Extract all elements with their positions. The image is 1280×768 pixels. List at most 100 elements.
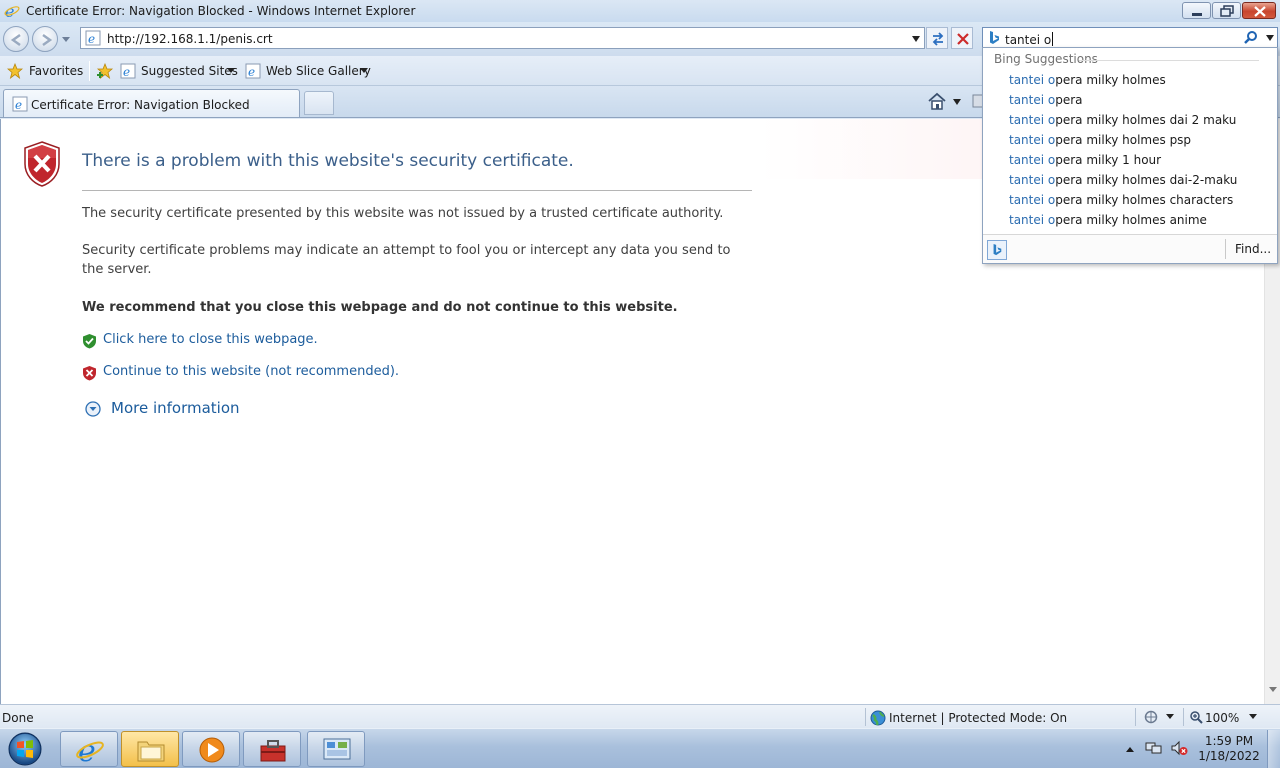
- media-player-icon: [199, 737, 225, 763]
- clock-date: 1/18/2022: [1198, 749, 1260, 763]
- svg-text:e: e: [88, 32, 95, 46]
- status-separator: [1135, 708, 1136, 726]
- status-separator: [865, 708, 866, 726]
- search-options-dropdown-icon[interactable]: [1265, 34, 1275, 42]
- close-button[interactable]: [1242, 2, 1276, 19]
- tab-certificate-error[interactable]: e Certificate Error: Navigation Blocked: [3, 89, 300, 117]
- taskbar-windows-media-player[interactable]: [182, 731, 240, 767]
- green-shield-check-icon: [83, 334, 96, 349]
- suggestions-header: Bing Suggestions: [994, 52, 1098, 66]
- chevron-down-icon[interactable]: [1249, 714, 1257, 720]
- stop-icon: [957, 33, 969, 45]
- error-description: The security certificate presented by th…: [82, 206, 724, 221]
- volume-muted-icon[interactable]: [1170, 740, 1188, 756]
- add-favorite-icon: [96, 63, 114, 79]
- error-shield-icon: [24, 141, 60, 187]
- restore-icon: [1220, 5, 1234, 17]
- page-title: There is a problem with this website's s…: [82, 151, 574, 171]
- start-button-icon[interactable]: [3, 731, 47, 767]
- home-icon[interactable]: [927, 91, 947, 111]
- tab-label: Certificate Error: Navigation Blocked: [31, 98, 250, 112]
- favorites-button[interactable]: Favorites: [7, 62, 85, 80]
- back-button[interactable]: [3, 26, 29, 52]
- compatibility-view-button[interactable]: [926, 27, 948, 49]
- suggested-sites-button[interactable]: e Suggested Sites: [120, 62, 238, 80]
- suggestion-item[interactable]: tantei opera: [983, 90, 1277, 110]
- search-input[interactable]: tantei o: [1005, 32, 1054, 47]
- taskbar-internet-explorer[interactable]: e: [60, 731, 118, 767]
- recent-pages-icon[interactable]: [60, 33, 72, 45]
- error-warning: Security certificate problems may indica…: [82, 243, 731, 277]
- bing-provider-button[interactable]: [987, 240, 1007, 260]
- forward-icon: [42, 33, 53, 47]
- chevron-down-icon: [227, 68, 235, 73]
- suggestions-header-rule: [1079, 60, 1259, 61]
- home-dropdown-icon[interactable]: [952, 98, 962, 106]
- recommendation-text: We recommend that you close this webpage…: [82, 300, 678, 315]
- suggestion-item[interactable]: tantei opera milky holmes psp: [983, 130, 1277, 150]
- favorites-separator: [89, 61, 90, 81]
- add-to-favorites-bar-button[interactable]: [96, 62, 114, 80]
- search-suggestions-dropdown: Bing Suggestions tantei opera milky holm…: [982, 47, 1278, 264]
- ie-logo-icon: e: [4, 3, 20, 19]
- suggestion-item[interactable]: tantei opera milky holmes anime: [983, 210, 1277, 230]
- address-bar[interactable]: e http://192.168.1.1/penis.crt: [80, 27, 925, 49]
- suggestion-item[interactable]: tantei opera milky holmes: [983, 70, 1277, 90]
- taskbar-windows-explorer[interactable]: [121, 731, 179, 767]
- window-title: Certificate Error: Navigation Blocked - …: [26, 4, 416, 18]
- folder-icon: [137, 741, 165, 762]
- scroll-down-icon[interactable]: [1269, 685, 1277, 693]
- restore-button[interactable]: [1212, 2, 1241, 19]
- suggestion-item[interactable]: tantei opera milky 1 hour: [983, 150, 1277, 170]
- network-icon[interactable]: [1145, 740, 1163, 756]
- ie-page-icon: e: [85, 30, 101, 46]
- show-hidden-icons-icon[interactable]: [1125, 746, 1135, 753]
- svg-text:e: e: [248, 65, 255, 79]
- protected-mode-icon[interactable]: [1143, 710, 1159, 724]
- address-dropdown-icon[interactable]: [910, 34, 922, 44]
- suggestion-item[interactable]: tantei opera milky holmes dai-2-maku: [983, 170, 1277, 190]
- close-icon: [1254, 6, 1266, 17]
- svg-text:e: e: [123, 65, 130, 79]
- suggestions-list: tantei opera milky holmes tantei opera t…: [983, 70, 1277, 230]
- search-box[interactable]: tantei o: [982, 27, 1278, 49]
- new-tab-button[interactable]: [304, 91, 334, 115]
- control-panel-icon: [323, 738, 351, 760]
- bing-icon: [993, 244, 1002, 256]
- zoom-icon: [1190, 711, 1203, 724]
- feeds-icon[interactable]: [972, 93, 982, 109]
- forward-button[interactable]: [32, 26, 58, 52]
- minimize-icon: [1192, 13, 1202, 16]
- chevron-down-icon: [360, 68, 368, 73]
- taskbar-control-panel[interactable]: [307, 731, 365, 767]
- address-url[interactable]: http://192.168.1.1/penis.crt: [107, 32, 273, 46]
- text-cursor: [1052, 32, 1054, 46]
- suggestion-item[interactable]: tantei opera milky holmes characters: [983, 190, 1277, 210]
- ie-page-icon: e: [245, 63, 261, 79]
- title-bar: e Certificate Error: Navigation Blocked …: [0, 0, 1280, 22]
- search-icon[interactable]: [1243, 30, 1259, 46]
- bing-icon: [990, 31, 999, 44]
- red-shield-x-icon: [83, 366, 96, 381]
- ie-page-icon: e: [12, 96, 28, 112]
- ie-page-icon: e: [120, 63, 136, 79]
- globe-icon: [870, 710, 886, 726]
- chevron-down-icon[interactable]: [1166, 714, 1174, 720]
- back-icon: [10, 33, 21, 47]
- status-bar: Done Internet | Protected Mode: On 100%: [0, 704, 1280, 728]
- clock-time: 1:59 PM: [1204, 734, 1254, 748]
- favorites-star-icon: [7, 63, 23, 79]
- show-desktop-button[interactable]: [1267, 730, 1280, 768]
- stop-button[interactable]: [951, 27, 973, 49]
- system-clock[interactable]: 1:59 PM 1/18/2022: [1198, 734, 1260, 764]
- compatibility-view-icon: [932, 32, 944, 46]
- find-on-page-button[interactable]: Find...: [1235, 242, 1271, 256]
- expand-chevron-icon: [85, 401, 101, 417]
- suggestion-item[interactable]: tantei opera milky holmes dai 2 maku: [983, 110, 1277, 130]
- web-slice-gallery-button[interactable]: e Web Slice Gallery: [245, 62, 371, 80]
- svg-text:e: e: [15, 98, 22, 112]
- taskbar-toolbox[interactable]: [243, 731, 301, 767]
- toolbox-icon: [260, 740, 286, 762]
- minimize-button[interactable]: [1182, 2, 1211, 19]
- ie-logo-icon: e: [76, 734, 104, 766]
